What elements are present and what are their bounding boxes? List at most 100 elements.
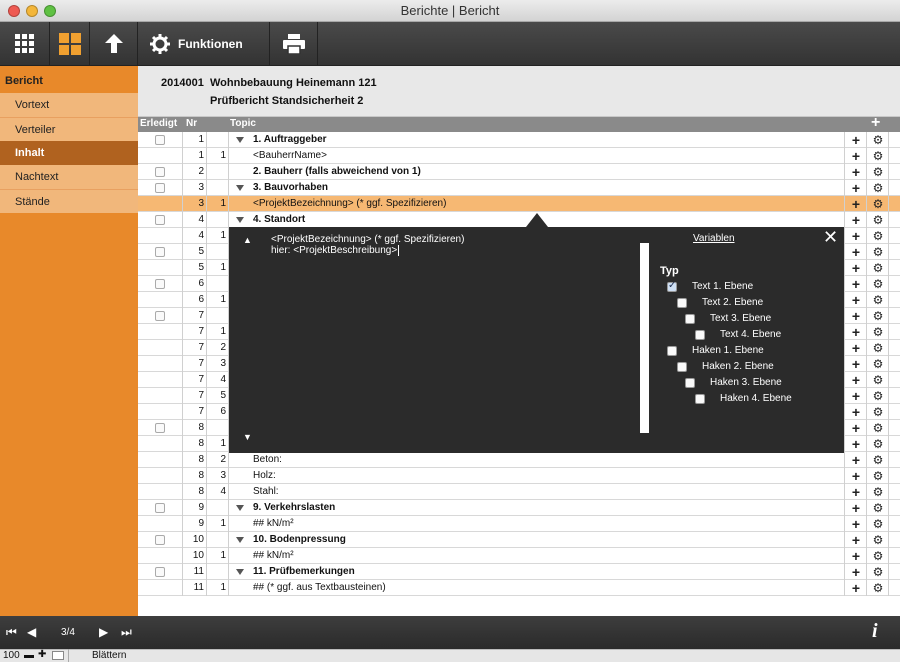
add-row-icon[interactable]: + [850,164,862,180]
close-icon[interactable]: ✕ [823,228,838,246]
add-row-icon[interactable]: + [850,260,862,276]
type-checkbox[interactable] [685,378,695,388]
row-gear-icon[interactable]: ⚙ [872,164,884,180]
previous-record-icon[interactable]: ◀ [27,625,36,639]
add-row-icon[interactable]: + [850,292,862,308]
row-topic[interactable]: Stahl: [253,484,833,500]
add-row-icon[interactable]: + [850,468,862,484]
done-checkbox[interactable] [155,423,165,433]
row-topic[interactable]: ## kN/m² [253,516,833,532]
row-gear-icon[interactable]: ⚙ [872,516,884,532]
sidebar-item-nachtext[interactable]: Nachtext [0,165,138,189]
next-record-icon[interactable]: ▶ [99,625,108,639]
row-gear-icon[interactable]: ⚙ [872,356,884,372]
table-row[interactable]: 11 1 ## (* ggf. aus Textbausteinen) + ⚙ [138,580,900,596]
type-checkbox[interactable] [695,394,705,404]
add-row-icon[interactable]: + [850,580,862,596]
table-row[interactable]: 1 1 <BauherrName> + ⚙ [138,148,900,164]
row-gear-icon[interactable]: ⚙ [872,548,884,564]
row-gear-icon[interactable]: ⚙ [872,244,884,260]
zoom-out-icon[interactable]: ▬ [24,650,34,661]
add-row-icon[interactable]: + [850,484,862,500]
row-gear-icon[interactable]: ⚙ [872,276,884,292]
collapse-arrow-icon[interactable] [236,137,244,143]
table-row[interactable]: 8 2 Beton: + ⚙ [138,452,900,468]
add-row-icon[interactable]: + [850,388,862,404]
row-gear-icon[interactable]: ⚙ [872,404,884,420]
scroll-down-arrow-icon[interactable]: ▼ [243,432,252,442]
add-row-icon[interactable]: + [850,404,862,420]
add-row-icon[interactable]: + [850,228,862,244]
editor-scrollbar[interactable] [640,243,649,433]
row-gear-icon[interactable]: ⚙ [872,308,884,324]
add-row-icon[interactable]: + [850,132,862,148]
table-row[interactable]: 1 1. Auftraggeber + ⚙ [138,132,900,148]
row-gear-icon[interactable]: ⚙ [872,420,884,436]
add-row-icon[interactable]: + [850,516,862,532]
grid-menu-button[interactable] [0,22,50,66]
collapse-arrow-icon[interactable] [236,185,244,191]
collapse-arrow-icon[interactable] [236,537,244,543]
row-gear-icon[interactable]: ⚙ [872,292,884,308]
layout-view-button[interactable] [50,22,90,66]
sidebar-item-staende[interactable]: Stände [0,189,138,213]
table-row[interactable]: 9 9. Verkehrslasten + ⚙ [138,500,900,516]
sidebar-item-verteiler[interactable]: Verteiler [0,117,138,141]
add-row-icon[interactable]: + [850,500,862,516]
type-checkbox[interactable] [695,330,705,340]
row-gear-icon[interactable]: ⚙ [872,148,884,164]
collapse-arrow-icon[interactable] [236,217,244,223]
row-gear-icon[interactable]: ⚙ [872,180,884,196]
row-gear-icon[interactable]: ⚙ [872,340,884,356]
type-option-label[interactable]: Haken 2. Ebene [702,361,774,372]
table-row[interactable]: 3 3. Bauvorhaben + ⚙ [138,180,900,196]
last-record-icon[interactable]: ⏭ [121,625,132,640]
row-gear-icon[interactable]: ⚙ [872,500,884,516]
row-topic[interactable]: 10. Bodenpressung [253,532,833,548]
done-checkbox[interactable] [155,535,165,545]
row-topic[interactable]: 2. Bauherr (falls abweichend von 1) [253,164,833,180]
sidebar-header-bericht[interactable]: Bericht [0,69,138,93]
first-record-icon[interactable]: ⏮ [6,625,17,640]
done-checkbox[interactable] [155,279,165,289]
row-topic[interactable]: Holz: [253,468,833,484]
row-topic[interactable]: <ProjektBezeichnung> (* ggf. Spezifizier… [253,196,833,212]
add-topic-button[interactable]: + [871,114,880,132]
add-row-icon[interactable]: + [850,564,862,580]
row-gear-icon[interactable]: ⚙ [872,260,884,276]
row-gear-icon[interactable]: ⚙ [872,452,884,468]
row-gear-icon[interactable]: ⚙ [872,564,884,580]
done-checkbox[interactable] [155,503,165,513]
add-row-icon[interactable]: + [850,180,862,196]
table-row[interactable]: 2 2. Bauherr (falls abweichend von 1) + ⚙ [138,164,900,180]
table-row[interactable]: 10 10. Bodenpressung + ⚙ [138,532,900,548]
row-topic[interactable]: Beton: [253,452,833,468]
topic-text-editor[interactable]: <ProjektBezeichnung> (* ggf. Spezifizier… [271,234,636,264]
row-gear-icon[interactable]: ⚙ [872,532,884,548]
add-row-icon[interactable]: + [850,548,862,564]
add-row-icon[interactable]: + [850,276,862,292]
add-row-icon[interactable]: + [850,148,862,164]
sidebar-item-vortext[interactable]: Vortext [0,93,138,117]
add-row-icon[interactable]: + [850,308,862,324]
type-checkbox[interactable] [667,346,677,356]
table-row[interactable]: 9 1 ## kN/m² + ⚙ [138,516,900,532]
row-topic[interactable]: ## (* ggf. aus Textbausteinen) [253,580,833,596]
table-row[interactable]: 8 4 Stahl: + ⚙ [138,484,900,500]
add-row-icon[interactable]: + [850,212,862,228]
row-gear-icon[interactable]: ⚙ [872,132,884,148]
add-row-icon[interactable]: + [850,324,862,340]
done-checkbox[interactable] [155,167,165,177]
type-option-label[interactable]: Text 3. Ebene [710,313,771,324]
status-toggle-icon[interactable] [52,651,64,660]
done-checkbox[interactable] [155,135,165,145]
row-gear-icon[interactable]: ⚙ [872,196,884,212]
add-row-icon[interactable]: + [850,452,862,468]
info-icon[interactable]: i [872,620,878,643]
type-option-label[interactable]: Haken 3. Ebene [710,377,782,388]
row-gear-icon[interactable]: ⚙ [872,484,884,500]
done-checkbox[interactable] [155,215,165,225]
functions-button[interactable]: Funktionen [138,22,270,66]
zoom-in-icon[interactable]: ✚ [38,649,46,660]
type-option-label[interactable]: Haken 4. Ebene [720,393,792,404]
